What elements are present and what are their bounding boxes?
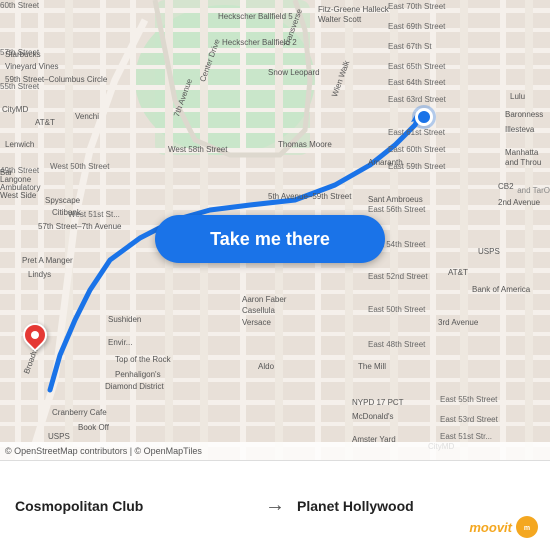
- svg-text:m: m: [524, 525, 530, 532]
- map-attribution: © OpenStreetMap contributors | © OpenMap…: [0, 442, 550, 460]
- location-to: Planet Hollywood: [297, 498, 535, 514]
- from-label: Cosmopolitan Club: [15, 498, 253, 514]
- map-container: 60th Street 57th Street 55th Street 49th…: [0, 0, 550, 460]
- bottom-bar: Cosmopolitan Club → Planet Hollywood moo…: [0, 460, 550, 550]
- moovit-logo: moovit m: [469, 516, 538, 538]
- moovit-text: moovit: [469, 520, 512, 535]
- destination-marker: [415, 108, 433, 126]
- location-from: Cosmopolitan Club: [15, 498, 253, 514]
- moovit-icon: m: [516, 516, 538, 538]
- arrow-icon: →: [265, 494, 285, 517]
- watermark: and TarO: [517, 185, 550, 196]
- attribution-text: © OpenStreetMap contributors | © OpenMap…: [5, 446, 202, 456]
- to-label: Planet Hollywood: [297, 498, 535, 514]
- take-me-there-button[interactable]: Take me there: [155, 215, 385, 263]
- take-me-there-label: Take me there: [210, 229, 330, 250]
